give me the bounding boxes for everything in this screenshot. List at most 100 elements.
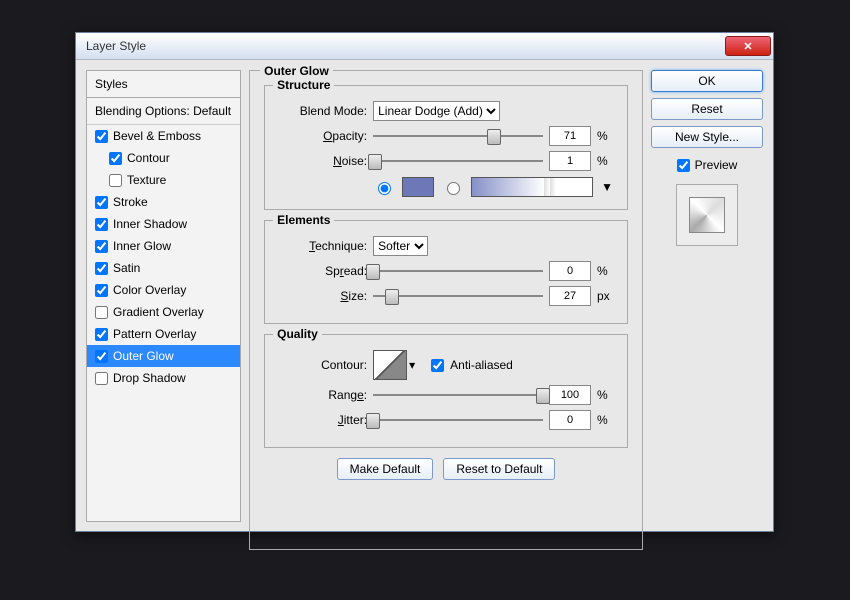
blending-options[interactable]: Blending Options: Default bbox=[87, 98, 240, 125]
layer-style-dialog: Layer Style ✕ Styles Blending Options: D… bbox=[75, 32, 774, 532]
style-item-color-overlay[interactable]: Color Overlay bbox=[87, 279, 240, 301]
style-item-drop-shadow[interactable]: Drop Shadow bbox=[87, 367, 240, 389]
reset-button[interactable]: Reset bbox=[651, 98, 763, 120]
blend-mode-select[interactable]: Linear Dodge (Add) bbox=[373, 101, 500, 121]
style-checkbox[interactable] bbox=[95, 328, 108, 341]
styles-header[interactable]: Styles bbox=[87, 71, 240, 98]
noise-input[interactable] bbox=[549, 151, 591, 171]
style-item-stroke[interactable]: Stroke bbox=[87, 191, 240, 213]
size-slider[interactable] bbox=[373, 287, 543, 305]
style-checkbox[interactable] bbox=[109, 174, 122, 187]
style-item-gradient-overlay[interactable]: Gradient Overlay bbox=[87, 301, 240, 323]
noise-unit: % bbox=[597, 154, 613, 168]
elements-legend: Elements bbox=[273, 213, 334, 227]
style-checkbox[interactable] bbox=[95, 196, 108, 209]
style-label: Pattern Overlay bbox=[113, 327, 196, 341]
color-swatch[interactable] bbox=[402, 177, 434, 197]
reset-to-default-button[interactable]: Reset to Default bbox=[443, 458, 555, 480]
style-label: Drop Shadow bbox=[113, 371, 186, 385]
settings-panel: Outer Glow Structure Blend Mode: Linear … bbox=[249, 70, 643, 522]
right-panel: OK Reset New Style... Preview bbox=[651, 70, 763, 522]
style-item-texture[interactable]: Texture bbox=[87, 169, 240, 191]
jitter-unit: % bbox=[597, 413, 613, 427]
blend-mode-label: Blend Mode: bbox=[279, 104, 367, 118]
style-checkbox[interactable] bbox=[95, 372, 108, 385]
gradient-radio[interactable] bbox=[447, 182, 460, 195]
size-label: Size: bbox=[279, 289, 367, 303]
style-checkbox[interactable] bbox=[95, 240, 108, 253]
range-label: Range: bbox=[279, 388, 367, 402]
range-input[interactable] bbox=[549, 385, 591, 405]
style-label: Bevel & Emboss bbox=[113, 129, 201, 143]
close-button[interactable]: ✕ bbox=[725, 36, 771, 56]
noise-label: Noise: bbox=[279, 154, 367, 168]
spread-input[interactable] bbox=[549, 261, 591, 281]
opacity-slider[interactable] bbox=[373, 127, 543, 145]
style-label: Stroke bbox=[113, 195, 148, 209]
make-default-button[interactable]: Make Default bbox=[337, 458, 434, 480]
chevron-down-icon[interactable]: ▾ bbox=[409, 358, 415, 372]
style-label: Color Overlay bbox=[113, 283, 186, 297]
size-input[interactable] bbox=[549, 286, 591, 306]
style-item-bevel-emboss[interactable]: Bevel & Emboss bbox=[87, 125, 240, 147]
style-label: Inner Glow bbox=[113, 239, 171, 253]
jitter-input[interactable] bbox=[549, 410, 591, 430]
technique-label: Technique: bbox=[279, 239, 367, 253]
titlebar: Layer Style ✕ bbox=[76, 33, 773, 60]
close-icon: ✕ bbox=[743, 40, 752, 53]
styles-panel: Styles Blending Options: Default Bevel &… bbox=[86, 70, 241, 522]
anti-aliased-label: Anti-aliased bbox=[450, 358, 513, 372]
range-unit: % bbox=[597, 388, 613, 402]
style-label: Contour bbox=[127, 151, 170, 165]
style-item-inner-glow[interactable]: Inner Glow bbox=[87, 235, 240, 257]
style-checkbox[interactable] bbox=[109, 152, 122, 165]
quality-legend: Quality bbox=[273, 327, 322, 341]
contour-label: Contour: bbox=[279, 358, 367, 372]
style-checkbox[interactable] bbox=[95, 262, 108, 275]
contour-picker[interactable] bbox=[373, 350, 407, 380]
style-checkbox[interactable] bbox=[95, 306, 108, 319]
preview-checkbox[interactable] bbox=[677, 159, 690, 172]
quality-group: Quality Contour: ▾ Anti-aliased Range: % bbox=[264, 334, 628, 448]
style-label: Outer Glow bbox=[113, 349, 174, 363]
preview-thumbnail bbox=[676, 184, 738, 246]
gradient-swatch[interactable] bbox=[471, 177, 593, 197]
style-label: Satin bbox=[113, 261, 140, 275]
range-slider[interactable] bbox=[373, 386, 543, 404]
solid-color-radio[interactable] bbox=[378, 182, 391, 195]
elements-group: Elements Technique: Softer Spread: % Siz… bbox=[264, 220, 628, 324]
style-label: Texture bbox=[127, 173, 166, 187]
spread-slider[interactable] bbox=[373, 262, 543, 280]
chevron-down-icon[interactable]: ▼ bbox=[601, 180, 613, 194]
style-item-pattern-overlay[interactable]: Pattern Overlay bbox=[87, 323, 240, 345]
jitter-slider[interactable] bbox=[373, 411, 543, 429]
style-item-inner-shadow[interactable]: Inner Shadow bbox=[87, 213, 240, 235]
preview-label: Preview bbox=[695, 158, 738, 172]
opacity-label: Opacity: bbox=[279, 129, 367, 143]
spread-label: Spread: bbox=[279, 264, 367, 278]
opacity-unit: % bbox=[597, 129, 613, 143]
anti-aliased-checkbox[interactable] bbox=[431, 359, 444, 372]
spread-unit: % bbox=[597, 264, 613, 278]
structure-group: Structure Blend Mode: Linear Dodge (Add)… bbox=[264, 85, 628, 210]
jitter-label: Jitter: bbox=[279, 413, 367, 427]
structure-legend: Structure bbox=[273, 78, 334, 92]
noise-slider[interactable] bbox=[373, 152, 543, 170]
style-item-contour[interactable]: Contour bbox=[87, 147, 240, 169]
style-checkbox[interactable] bbox=[95, 130, 108, 143]
size-unit: px bbox=[597, 289, 613, 303]
new-style-button[interactable]: New Style... bbox=[651, 126, 763, 148]
style-item-satin[interactable]: Satin bbox=[87, 257, 240, 279]
style-item-outer-glow[interactable]: Outer Glow bbox=[87, 345, 240, 367]
opacity-input[interactable] bbox=[549, 126, 591, 146]
style-checkbox[interactable] bbox=[95, 218, 108, 231]
technique-select[interactable]: Softer bbox=[373, 236, 428, 256]
diamond-icon bbox=[689, 197, 725, 233]
panel-title: Outer Glow bbox=[260, 64, 333, 78]
style-checkbox[interactable] bbox=[95, 284, 108, 297]
ok-button[interactable]: OK bbox=[651, 70, 763, 92]
style-label: Inner Shadow bbox=[113, 217, 187, 231]
dialog-title: Layer Style bbox=[86, 39, 725, 53]
style-checkbox[interactable] bbox=[95, 350, 108, 363]
style-label: Gradient Overlay bbox=[113, 305, 204, 319]
